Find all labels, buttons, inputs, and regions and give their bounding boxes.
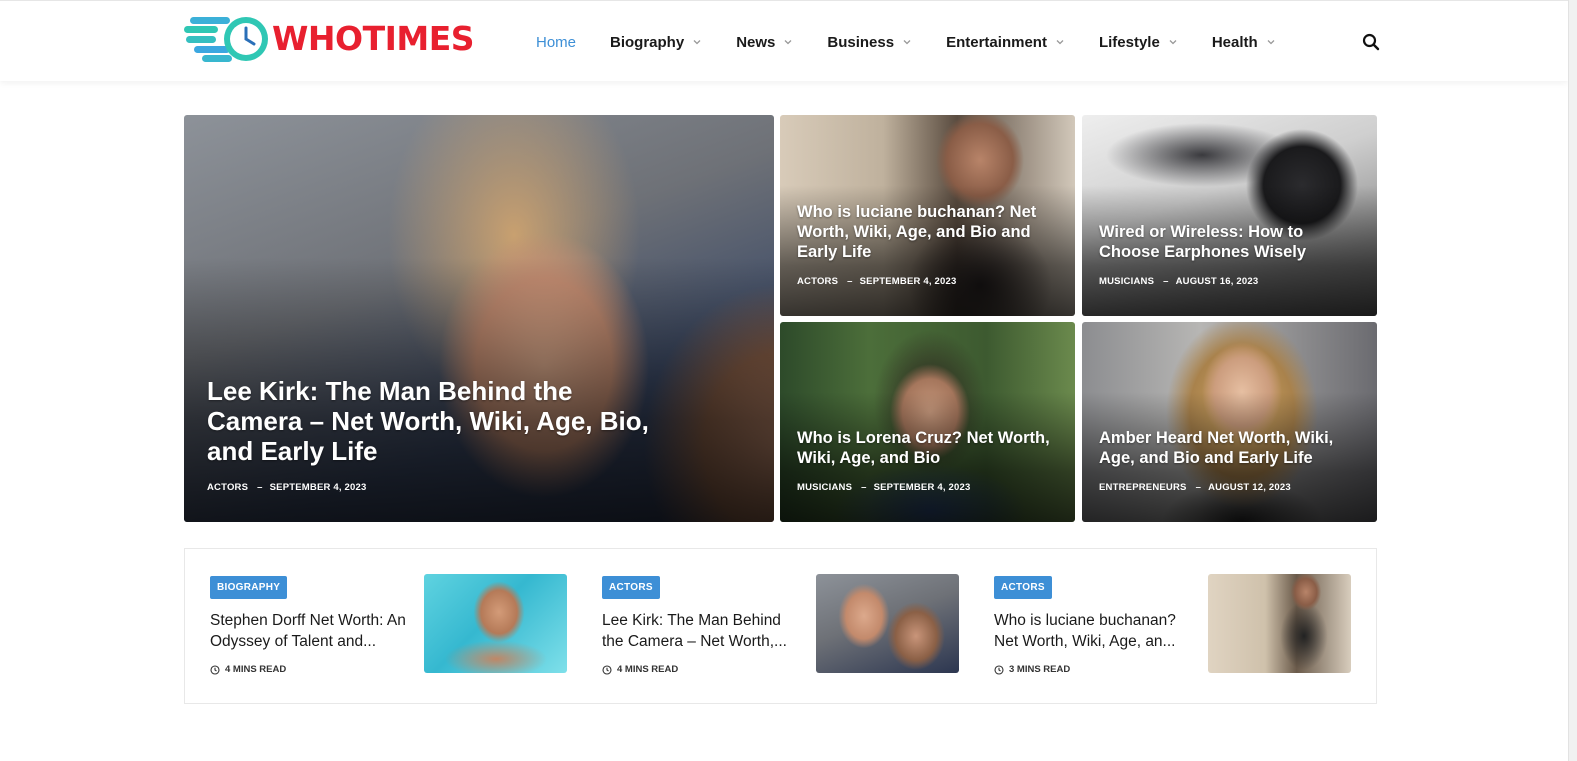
article-meta: ENTREPRENEURS – AUGUST 12, 2023 bbox=[1099, 482, 1361, 493]
chevron-down-icon bbox=[1056, 40, 1064, 45]
nav-biography[interactable]: Biography bbox=[610, 34, 702, 51]
card-title[interactable]: Who is luciane buchanan? Net Worth, Wiki… bbox=[994, 610, 1192, 652]
category-badge[interactable]: BIOGRAPHY bbox=[210, 576, 288, 599]
meta-separator: – bbox=[847, 276, 853, 287]
article-date: SEPTEMBER 4, 2023 bbox=[873, 482, 971, 493]
site-header: WHOTIMES Home Biography News Business En… bbox=[0, 0, 1568, 81]
meta-separator: – bbox=[861, 482, 867, 493]
hero-tile-2[interactable]: Wired or Wireless: How to Choose Earphon… bbox=[1082, 115, 1377, 316]
chevron-down-icon bbox=[1169, 40, 1177, 45]
article-title[interactable]: Wired or Wireless: How to Choose Earphon… bbox=[1099, 222, 1361, 262]
article-date: SEPTEMBER 4, 2023 bbox=[269, 482, 367, 493]
clock-logo-icon bbox=[184, 17, 268, 62]
read-time: 4 MINS READ bbox=[602, 664, 678, 675]
article-meta: ACTORS – SEPTEMBER 4, 2023 bbox=[207, 482, 654, 493]
read-time-text: 4 MINS READ bbox=[617, 664, 679, 675]
chevron-down-icon bbox=[784, 40, 792, 45]
tile-content: Wired or Wireless: How to Choose Earphon… bbox=[1099, 222, 1361, 287]
nav-business[interactable]: Business bbox=[827, 34, 912, 51]
chevron-down-icon bbox=[693, 40, 701, 45]
strip-card: ACTORS Lee Kirk: The Man Behind the Came… bbox=[602, 574, 959, 675]
article-title[interactable]: Amber Heard Net Worth, Wiki, Age, and Bi… bbox=[1099, 428, 1361, 468]
site-logo[interactable]: WHOTIMES bbox=[184, 14, 475, 64]
meta-separator: – bbox=[1163, 276, 1169, 287]
nav-health[interactable]: Health bbox=[1212, 34, 1276, 51]
hero-tile-4[interactable]: Amber Heard Net Worth, Wiki, Age, and Bi… bbox=[1082, 322, 1377, 522]
article-category[interactable]: ACTORS bbox=[207, 482, 248, 493]
clock-icon bbox=[994, 664, 1004, 675]
nav-label: News bbox=[736, 33, 776, 51]
nav-label: Home bbox=[536, 33, 577, 51]
article-category[interactable]: MUSICIANS bbox=[1099, 276, 1154, 287]
hero-main-article[interactable]: Lee Kirk: The Man Behind the Camera – Ne… bbox=[184, 115, 774, 522]
article-meta: MUSICIANS – AUGUST 16, 2023 bbox=[1099, 276, 1361, 287]
article-date: AUGUST 12, 2023 bbox=[1208, 482, 1291, 493]
main-nav: Home Biography News Business Entertainme… bbox=[536, 25, 1310, 59]
article-date: SEPTEMBER 4, 2023 bbox=[859, 276, 957, 287]
page-scrollbar[interactable] bbox=[1568, 0, 1577, 761]
nav-label: Entertainment bbox=[946, 33, 1047, 51]
hero-main-content: Lee Kirk: The Man Behind the Camera – Ne… bbox=[207, 376, 654, 493]
nav-entertainment[interactable]: Entertainment bbox=[946, 34, 1065, 51]
nav-news[interactable]: News bbox=[736, 34, 793, 51]
read-time: 4 MINS READ bbox=[210, 664, 286, 675]
strip-card: BIOGRAPHY Stephen Dorff Net Worth: An Od… bbox=[210, 574, 567, 675]
nav-lifestyle[interactable]: Lifestyle bbox=[1099, 34, 1178, 51]
nav-label: Lifestyle bbox=[1098, 33, 1160, 51]
nav-label: Business bbox=[827, 33, 895, 51]
card-title[interactable]: Stephen Dorff Net Worth: An Odyssey of T… bbox=[210, 610, 408, 652]
tile-content: Who is Lorena Cruz? Net Worth, Wiki, Age… bbox=[797, 428, 1059, 493]
hero-tile-3[interactable]: Who is Lorena Cruz? Net Worth, Wiki, Age… bbox=[780, 322, 1075, 522]
tile-content: Amber Heard Net Worth, Wiki, Age, and Bi… bbox=[1099, 428, 1361, 493]
search-icon[interactable] bbox=[1362, 33, 1380, 51]
nav-label: Health bbox=[1211, 33, 1258, 51]
article-category[interactable]: MUSICIANS bbox=[797, 482, 852, 493]
article-category[interactable]: ENTREPRENEURS bbox=[1099, 482, 1187, 493]
article-date: AUGUST 16, 2023 bbox=[1175, 276, 1259, 287]
article-title[interactable]: Who is Lorena Cruz? Net Worth, Wiki, Age… bbox=[797, 428, 1059, 468]
nav-home[interactable]: Home bbox=[536, 34, 576, 51]
strip-card: ACTORS Who is luciane buchanan? Net Wort… bbox=[994, 574, 1351, 675]
nav-label: Biography bbox=[610, 33, 685, 51]
card-title[interactable]: Lee Kirk: The Man Behind the Camera – Ne… bbox=[602, 610, 800, 652]
meta-separator: – bbox=[1195, 482, 1202, 493]
featured-strip: BIOGRAPHY Stephen Dorff Net Worth: An Od… bbox=[184, 548, 1377, 704]
article-meta: ACTORS – SEPTEMBER 4, 2023 bbox=[797, 276, 1059, 287]
logo-wordmark: WHOTIMES bbox=[272, 19, 475, 58]
card-thumbnail[interactable] bbox=[424, 574, 567, 673]
article-title[interactable]: Lee Kirk: The Man Behind the Camera – Ne… bbox=[207, 376, 654, 466]
chevron-down-icon bbox=[1267, 40, 1275, 45]
read-time-text: 4 MINS READ bbox=[225, 664, 287, 675]
card-thumbnail[interactable] bbox=[816, 574, 959, 673]
meta-separator: – bbox=[257, 482, 263, 493]
clock-icon bbox=[210, 664, 220, 675]
category-badge[interactable]: ACTORS bbox=[994, 576, 1052, 599]
category-badge[interactable]: ACTORS bbox=[602, 576, 660, 599]
read-time: 3 MINS READ bbox=[994, 664, 1070, 675]
clock-icon bbox=[602, 664, 612, 675]
article-meta: MUSICIANS – SEPTEMBER 4, 2023 bbox=[797, 482, 1059, 493]
tile-content: Who is luciane buchanan? Net Worth, Wiki… bbox=[797, 202, 1059, 287]
hero-tile-1[interactable]: Who is luciane buchanan? Net Worth, Wiki… bbox=[780, 115, 1075, 316]
chevron-down-icon bbox=[903, 40, 911, 45]
article-title[interactable]: Who is luciane buchanan? Net Worth, Wiki… bbox=[797, 202, 1059, 262]
card-thumbnail[interactable] bbox=[1208, 574, 1351, 673]
article-category[interactable]: ACTORS bbox=[797, 276, 838, 287]
read-time-text: 3 MINS READ bbox=[1009, 664, 1071, 675]
